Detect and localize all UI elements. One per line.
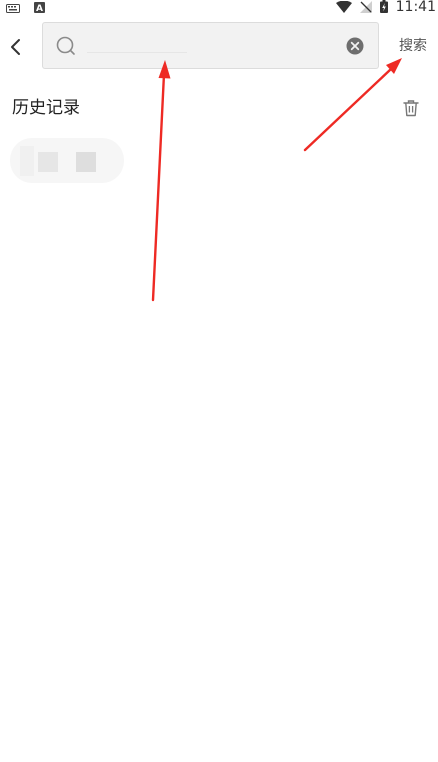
status-bar: A 11:41 bbox=[0, 0, 438, 14]
blurred-text-block bbox=[38, 152, 58, 172]
blurred-text-block bbox=[76, 152, 96, 172]
status-bar-left: A bbox=[6, 0, 45, 14]
search-box[interactable] bbox=[42, 22, 379, 69]
status-bar-right: 11:41 bbox=[335, 0, 436, 17]
history-item[interactable] bbox=[10, 138, 124, 183]
status-time: 11:41 bbox=[395, 0, 436, 15]
clear-circle-icon[interactable] bbox=[346, 37, 364, 55]
back-button[interactable] bbox=[4, 32, 28, 62]
input-underline bbox=[87, 52, 187, 53]
search-input[interactable] bbox=[87, 31, 341, 63]
a-notification-icon: A bbox=[34, 0, 45, 17]
no-signal-icon bbox=[359, 0, 372, 17]
chevron-left-icon bbox=[11, 39, 20, 55]
history-title: 历史记录 bbox=[12, 98, 80, 118]
search-button[interactable]: 搜索 bbox=[399, 37, 427, 55]
arrow-to-search-button bbox=[303, 58, 402, 152]
arrow-to-search-input bbox=[151, 60, 171, 302]
svg-text:A: A bbox=[36, 4, 43, 13]
keyboard-icon bbox=[6, 0, 20, 17]
wifi-icon bbox=[335, 0, 352, 17]
battery-charging-icon bbox=[379, 0, 388, 17]
trash-icon[interactable] bbox=[402, 99, 420, 117]
blurred-text-block bbox=[20, 146, 34, 176]
search-icon bbox=[56, 36, 75, 55]
